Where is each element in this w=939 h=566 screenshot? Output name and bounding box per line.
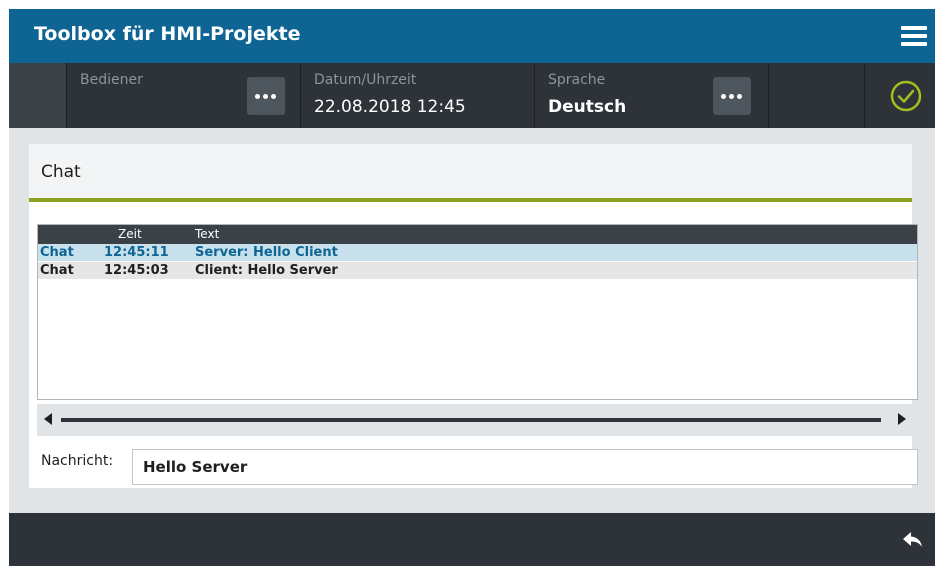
hamburger-menu-icon-line	[901, 34, 927, 38]
bottom-bar	[9, 513, 935, 566]
row-time: 12:45:11	[104, 245, 169, 260]
status-bar: Bediener Datum/Uhrzeit 22.08.2018 12:45 …	[9, 63, 935, 128]
operator-more-button[interactable]	[247, 77, 285, 115]
chat-table[interactable]: Zeit Text Chat 12:45:11 Server: Hello Cl…	[37, 224, 918, 400]
row-category: Chat	[40, 263, 74, 278]
title-bar: Toolbox für HMI-Projekte	[9, 9, 935, 63]
ellipsis-icon	[721, 94, 726, 99]
datetime-value: 22.08.2018 12:45	[314, 97, 466, 117]
message-label: Nachricht:	[41, 453, 114, 469]
table-row[interactable]: Chat 12:45:03 Client: Hello Server	[38, 262, 917, 279]
language-value: Deutsch	[548, 97, 627, 117]
ellipsis-icon-dot	[263, 94, 268, 99]
ellipsis-icon-dot	[271, 94, 276, 99]
column-header-time[interactable]: Zeit	[118, 227, 142, 241]
menu-button[interactable]	[897, 19, 931, 53]
column-header-text[interactable]: Text	[195, 227, 219, 241]
chat-panel-header: Chat	[29, 144, 912, 202]
datetime-label: Datum/Uhrzeit	[314, 72, 417, 88]
chat-panel: Chat Zeit Text Chat 12:45:11 Server: Hel…	[29, 144, 918, 488]
scrollbar-thumb[interactable]	[61, 418, 881, 422]
scroll-right-arrow-icon[interactable]	[898, 413, 906, 425]
status-bar-spacer	[9, 63, 67, 128]
scroll-left-arrow-icon[interactable]	[44, 413, 52, 425]
row-category: Chat	[40, 245, 74, 260]
operator-cell: Bediener	[67, 63, 301, 128]
language-cell: Sprache Deutsch	[535, 63, 769, 128]
panel-title: Chat	[41, 162, 81, 182]
ellipsis-icon-dot	[737, 94, 742, 99]
ellipsis-icon	[255, 94, 260, 99]
reply-arrow-icon[interactable]	[901, 527, 925, 551]
check-circle-icon[interactable]	[889, 79, 923, 113]
hmi-screen: Toolbox für HMI-Projekte Bediener Datum/…	[9, 9, 935, 566]
ellipsis-icon-dot	[729, 94, 734, 99]
hamburger-menu-icon	[901, 26, 927, 30]
row-time: 12:45:03	[104, 263, 169, 278]
row-text: Client: Hello Server	[195, 263, 338, 278]
app-title: Toolbox für HMI-Projekte	[34, 23, 301, 45]
message-input[interactable]	[132, 449, 918, 485]
datetime-cell: Datum/Uhrzeit 22.08.2018 12:45	[301, 63, 535, 128]
row-text: Server: Hello Client	[195, 245, 338, 260]
language-more-button[interactable]	[713, 77, 751, 115]
status-bar-empty-cell	[769, 63, 865, 128]
hamburger-menu-icon-line	[901, 42, 927, 46]
operator-label: Bediener	[80, 72, 143, 88]
horizontal-scrollbar[interactable]	[37, 404, 918, 436]
table-header: Zeit Text	[38, 225, 917, 244]
table-row[interactable]: Chat 12:45:11 Server: Hello Client	[38, 244, 917, 261]
language-label: Sprache	[548, 72, 606, 88]
